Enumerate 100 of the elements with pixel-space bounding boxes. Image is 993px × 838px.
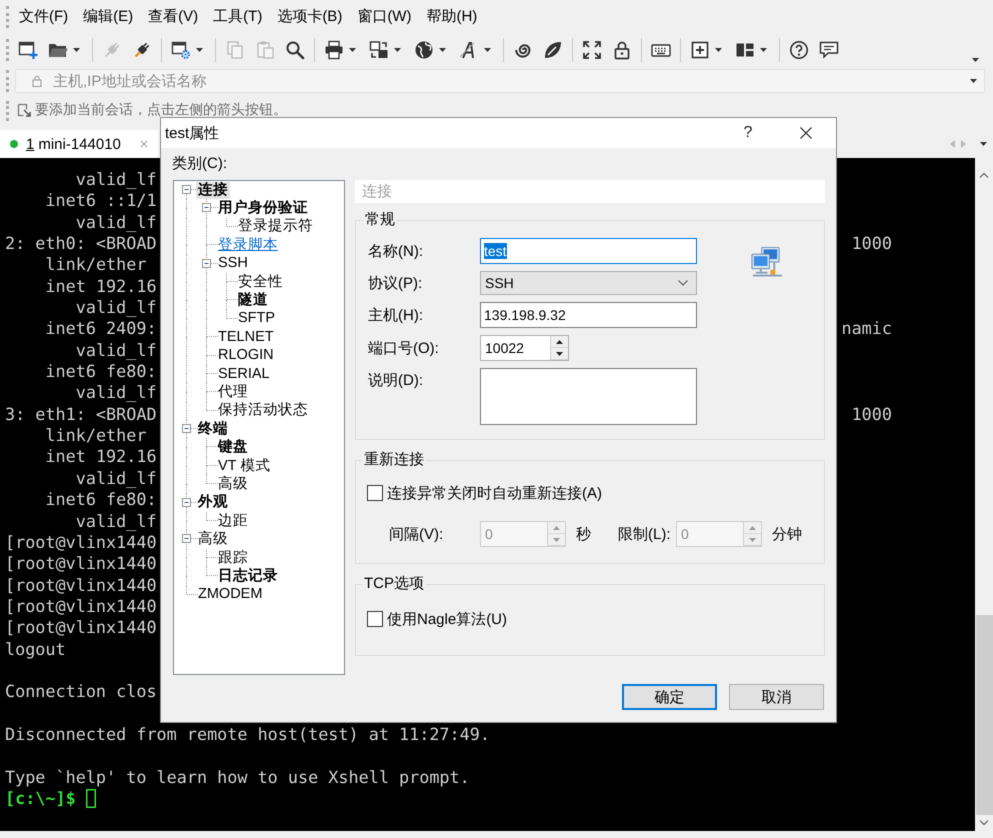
tree-item[interactable]: 跟踪 [216, 550, 250, 566]
tree-item[interactable]: 连接 [196, 182, 230, 199]
globe-icon[interactable] [414, 40, 434, 60]
caret-icon[interactable] [972, 58, 979, 62]
dropdown-field[interactable]: SSH [480, 271, 697, 295]
menu-item[interactable]: 选项卡(B) [273, 6, 346, 28]
caret-icon[interactable] [439, 48, 446, 52]
tree-item[interactable]: 高级 [196, 531, 230, 548]
grip-icon [6, 101, 9, 121]
tree-item[interactable]: 代理 [216, 384, 250, 401]
checkbox-label: 连接异常关闭时自动重新连接(A) [387, 484, 602, 502]
tree-item[interactable]: SERIAL [216, 366, 272, 383]
close-icon[interactable] [140, 140, 148, 148]
collapse-icon[interactable] [202, 203, 211, 212]
chat-icon[interactable] [819, 40, 839, 60]
terminal-line: Disconnected from remote host(test) at 11:27:49. [5, 724, 490, 746]
window-gear-icon[interactable] [171, 40, 191, 60]
caret-icon[interactable] [394, 48, 401, 52]
search-icon[interactable] [285, 40, 305, 60]
confirm-button[interactable]: 确定 [622, 684, 717, 710]
tree-item[interactable]: 日志记录 [216, 568, 280, 585]
tree-item[interactable]: 终端 [196, 420, 230, 438]
tree-item[interactable]: 隧道 [236, 292, 270, 310]
panel-header: 连接 [355, 180, 825, 203]
caret-icon[interactable] [349, 48, 356, 52]
tree-item[interactable]: 高级 [216, 476, 250, 493]
tree-item[interactable]: 键盘 [216, 439, 250, 456]
caret-icon[interactable] [484, 48, 491, 52]
chevron-down-icon [678, 280, 688, 286]
spin-field[interactable]: 10022 [480, 335, 569, 361]
menu-item[interactable]: 文件(F) [15, 6, 72, 28]
chevron-up-icon[interactable] [979, 172, 989, 178]
checkbox-label: 使用Nagle算法(U) [387, 610, 508, 628]
checkbox[interactable] [367, 611, 383, 627]
checkbox[interactable] [367, 485, 383, 501]
transfer-icon[interactable] [369, 40, 389, 60]
help-button[interactable]: ? [733, 118, 763, 148]
fullscreen-icon[interactable] [582, 40, 602, 60]
collapse-icon[interactable] [182, 185, 191, 194]
tree-item[interactable]: SFTP [236, 310, 278, 328]
menu-item[interactable]: 编辑(E) [79, 6, 138, 28]
grip-icon [6, 39, 9, 61]
cancel-button[interactable]: 取消 [729, 684, 824, 710]
help-icon[interactable] [789, 40, 809, 60]
plug-icon[interactable] [132, 40, 152, 60]
tree-item[interactable]: ZMODEM [196, 586, 264, 604]
down-triangle-icon [553, 538, 560, 542]
caret-icon[interactable] [73, 48, 80, 52]
menu-item[interactable]: 工具(T) [209, 6, 266, 28]
terminal-line: inet 192.16 [45, 276, 157, 298]
tree-item[interactable]: 安全性 [236, 274, 285, 291]
collapse-icon[interactable] [182, 534, 191, 544]
tree-item[interactable]: VT 模式 [216, 458, 272, 475]
tree-item[interactable]: 用户身份验证 [216, 200, 310, 218]
caret-icon[interactable] [760, 48, 767, 52]
chevron-down-icon[interactable] [979, 820, 989, 826]
spin-down-button[interactable] [551, 348, 568, 360]
tree-item[interactable]: 外观 [196, 494, 230, 512]
text-field[interactable]: 139.198.9.32 [480, 302, 697, 328]
caret-icon[interactable] [196, 48, 203, 52]
text-area-field[interactable] [480, 368, 697, 425]
dropdown-icon[interactable] [980, 142, 987, 146]
session-tab[interactable]: 1 mini-144010 [0, 130, 158, 158]
terminal-line: [root@vlinx1440 [5, 596, 157, 618]
tree-item[interactable]: SSH [216, 255, 250, 272]
tree-item[interactable]: 边距 [216, 512, 250, 530]
dropdown-icon[interactable] [970, 79, 977, 83]
terminal-line: valid_lf [76, 468, 157, 490]
tree-item[interactable]: RLOGIN [216, 347, 276, 364]
text-field[interactable]: test [480, 238, 697, 264]
window-plus-icon[interactable] [18, 40, 38, 60]
collapse-icon[interactable] [182, 498, 191, 507]
printer-icon[interactable] [324, 40, 344, 60]
group-label: 常规 [364, 212, 396, 228]
tree-item[interactable]: 登录脚本 [216, 236, 280, 254]
terminal-line: 1000 [852, 404, 892, 424]
lock-icon[interactable] [612, 40, 632, 60]
menu-item[interactable]: 帮助(H) [422, 6, 482, 28]
plus-box-icon[interactable] [690, 40, 710, 60]
scroll-thumb[interactable] [976, 615, 992, 815]
leaf-icon[interactable] [543, 40, 563, 60]
terminal-line: 3: eth1: <BROAD [5, 404, 157, 426]
caret-icon[interactable] [715, 48, 722, 52]
grip-icon [6, 70, 9, 92]
tree-item[interactable]: 登录提示符 [236, 218, 315, 236]
menu-item[interactable]: 窗口(W) [353, 6, 416, 28]
tree-item[interactable]: 保持活动状态 [216, 402, 310, 420]
terminal-line: 2: eth0: <BROAD [5, 233, 157, 254]
terminal-line: Type `help' to learn how to use Xshell prompt. [5, 766, 470, 788]
collapse-icon[interactable] [182, 424, 191, 434]
unit-label: 分钟 [772, 524, 802, 544]
dialog-title: test属性 [165, 124, 220, 142]
address-field[interactable]: 主机,IP地址或会话名称 [15, 69, 985, 93]
spin-up-button[interactable] [551, 336, 568, 348]
collapse-icon[interactable] [202, 258, 211, 268]
tree-item[interactable]: TELNET [216, 328, 276, 346]
terminal-line: inet6 fe80: [45, 489, 157, 510]
terminal-line: Connection clos [5, 681, 157, 703]
terminal-line: logout [5, 638, 66, 660]
menu-item[interactable]: 查看(V) [144, 6, 202, 28]
